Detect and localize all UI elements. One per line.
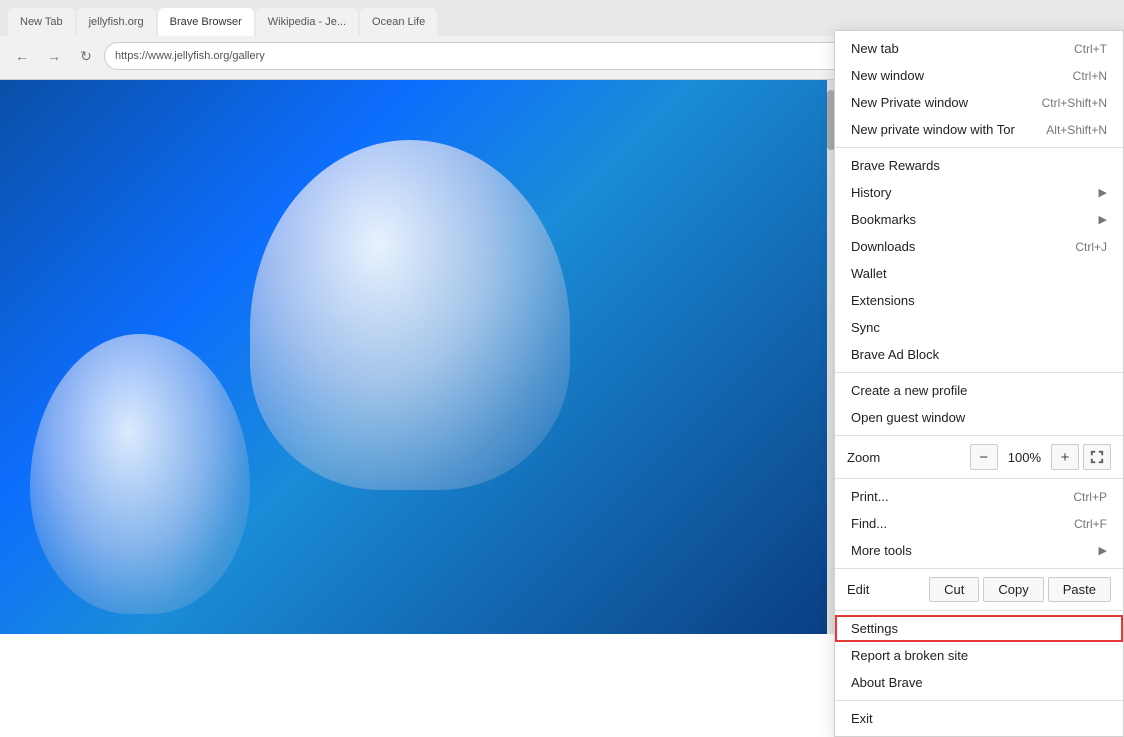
zoom-label: Zoom (847, 450, 970, 465)
menu-item-new-private[interactable]: New Private window Ctrl+Shift+N (835, 89, 1123, 116)
more-tools-arrow-icon: ▶ (1099, 544, 1107, 557)
menu-item-brave-ad-block[interactable]: Brave Ad Block (835, 341, 1123, 368)
menu-label-create-profile: Create a new profile (851, 383, 967, 398)
menu-item-new-tor[interactable]: New private window with Tor Alt+Shift+N (835, 116, 1123, 143)
menu-shortcut-find: Ctrl+F (1074, 517, 1107, 531)
menu-shortcut-new-window: Ctrl+N (1073, 69, 1107, 83)
edit-paste-button[interactable]: Paste (1048, 577, 1111, 602)
menu-item-create-profile[interactable]: Create a new profile (835, 377, 1123, 404)
zoom-decrease-button[interactable]: − (970, 444, 998, 470)
main-content (0, 80, 835, 634)
menu-item-settings[interactable]: Settings (835, 615, 1123, 642)
menu-label-new-private: New Private window (851, 95, 968, 110)
tab-5[interactable]: Ocean Life (360, 8, 437, 36)
jellyfish-background (0, 80, 835, 634)
menu-label-new-tor: New private window with Tor (851, 122, 1015, 137)
menu-item-wallet[interactable]: Wallet (835, 260, 1123, 287)
menu-item-bookmarks[interactable]: Bookmarks ▶ (835, 206, 1123, 233)
menu-label-find: Find... (851, 516, 887, 531)
forward-button[interactable]: → (40, 42, 68, 70)
menu-item-sync[interactable]: Sync (835, 314, 1123, 341)
menu-label-sync: Sync (851, 320, 880, 335)
menu-item-brave-rewards[interactable]: Brave Rewards (835, 152, 1123, 179)
back-button[interactable]: ← (8, 42, 36, 70)
menu-item-guest-window[interactable]: Open guest window (835, 404, 1123, 431)
menu-label-more-tools: More tools (851, 543, 912, 558)
separator-2 (835, 372, 1123, 373)
edit-cut-button[interactable]: Cut (929, 577, 979, 602)
address-bar[interactable]: https://www.jellyfish.org/gallery (104, 42, 878, 70)
tab-1[interactable]: New Tab (8, 8, 75, 36)
separator-6 (835, 610, 1123, 611)
jellyfish-1 (250, 140, 570, 490)
menu-label-exit: Exit (851, 711, 873, 726)
menu-label-guest-window: Open guest window (851, 410, 965, 425)
edit-copy-button[interactable]: Copy (983, 577, 1043, 602)
separator-5 (835, 568, 1123, 569)
tab-2[interactable]: jellyfish.org (77, 8, 156, 36)
menu-label-history: History (851, 185, 891, 200)
menu-item-exit[interactable]: Exit (835, 705, 1123, 732)
menu-label-wallet: Wallet (851, 266, 887, 281)
menu-label-extensions: Extensions (851, 293, 915, 308)
separator-4 (835, 478, 1123, 479)
menu-label-downloads: Downloads (851, 239, 915, 254)
menu-shortcut-new-tab: Ctrl+T (1074, 42, 1107, 56)
jellyfish-2 (30, 334, 250, 614)
menu-item-report-broken[interactable]: Report a broken site (835, 642, 1123, 669)
menu-shortcut-new-private: Ctrl+Shift+N (1042, 96, 1107, 110)
menu-label-brave-rewards: Brave Rewards (851, 158, 940, 173)
menu-label-bookmarks: Bookmarks (851, 212, 916, 227)
menu-label-new-tab: New tab (851, 41, 899, 56)
menu-item-new-window[interactable]: New window Ctrl+N (835, 62, 1123, 89)
menu-item-more-tools[interactable]: More tools ▶ (835, 537, 1123, 564)
zoom-row: Zoom − 100% + (835, 440, 1123, 474)
menu-item-new-tab[interactable]: New tab Ctrl+T (835, 35, 1123, 62)
menu-label-about-brave: About Brave (851, 675, 923, 690)
bookmarks-arrow-icon: ▶ (1099, 213, 1107, 226)
menu-label-new-window: New window (851, 68, 924, 83)
menu-item-about-brave[interactable]: About Brave (835, 669, 1123, 696)
zoom-increase-button[interactable]: + (1051, 444, 1079, 470)
menu-label-report-broken: Report a broken site (851, 648, 968, 663)
edit-label: Edit (847, 582, 925, 597)
menu-shortcut-downloads: Ctrl+J (1075, 240, 1107, 254)
menu-item-find[interactable]: Find... Ctrl+F (835, 510, 1123, 537)
menu-shortcut-print: Ctrl+P (1073, 490, 1107, 504)
menu-label-brave-ad-block: Brave Ad Block (851, 347, 939, 362)
context-menu: New tab Ctrl+T New window Ctrl+N New Pri… (834, 30, 1124, 737)
menu-item-downloads[interactable]: Downloads Ctrl+J (835, 233, 1123, 260)
tab-4[interactable]: Wikipedia - Je... (256, 8, 358, 36)
menu-item-print[interactable]: Print... Ctrl+P (835, 483, 1123, 510)
reload-button[interactable]: ↻ (72, 42, 100, 70)
edit-row: Edit Cut Copy Paste (835, 573, 1123, 606)
menu-label-print: Print... (851, 489, 889, 504)
history-arrow-icon: ▶ (1099, 186, 1107, 199)
separator-1 (835, 147, 1123, 148)
address-text: https://www.jellyfish.org/gallery (115, 50, 265, 62)
menu-item-extensions[interactable]: Extensions (835, 287, 1123, 314)
separator-3 (835, 435, 1123, 436)
tab-3[interactable]: Brave Browser (158, 8, 254, 36)
separator-7 (835, 700, 1123, 701)
menu-shortcut-new-tor: Alt+Shift+N (1046, 123, 1107, 137)
zoom-value: 100% (998, 450, 1051, 465)
menu-item-history[interactable]: History ▶ (835, 179, 1123, 206)
zoom-fullscreen-button[interactable] (1083, 444, 1111, 470)
